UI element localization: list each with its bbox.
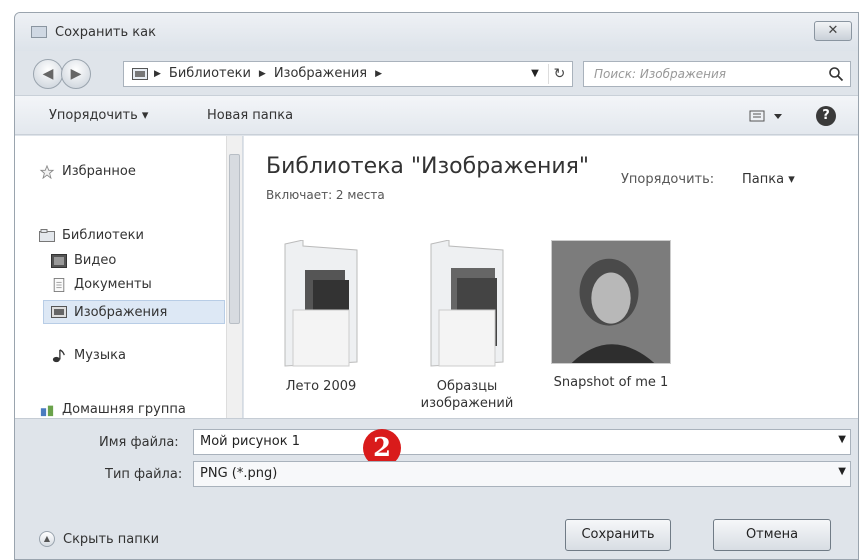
search-icon[interactable]: [828, 66, 844, 82]
nav-label-favorites: Избранное: [62, 164, 136, 179]
file-list: Библиотека "Изображения" Включает: 2 мес…: [244, 136, 858, 518]
organize-button[interactable]: Упорядочить ▾: [49, 108, 148, 123]
nav-item-homegroup[interactable]: Домашняя группа: [39, 402, 186, 417]
item-label: Snapshot of me 1: [553, 375, 669, 390]
address-dropdown-icon[interactable]: ▼: [526, 64, 544, 84]
window-title: Сохранить как: [55, 25, 156, 40]
view-options-icon[interactable]: [748, 106, 788, 126]
hide-folders-toggle[interactable]: ▲ Скрыть папки: [39, 531, 159, 547]
forward-button[interactable]: ▶: [61, 59, 91, 89]
nav-label-music: Музыка: [74, 348, 126, 363]
nav-label-documents: Документы: [74, 277, 152, 292]
hide-folders-label: Скрыть папки: [63, 531, 160, 547]
breadcrumb-separator-icon: ▶: [258, 68, 266, 79]
search-input[interactable]: Поиск: Изображения: [583, 61, 851, 87]
nav-label-homegroup: Домашняя группа: [62, 402, 186, 417]
nav-item-video[interactable]: Видео: [51, 253, 116, 268]
nav-label-images: Изображения: [74, 304, 168, 320]
new-folder-button[interactable]: Новая папка: [207, 108, 293, 123]
star-icon: [39, 164, 55, 179]
arrange-by-dropdown[interactable]: Папка ▾: [742, 172, 795, 187]
folder-icon: [284, 239, 358, 367]
images-icon: [51, 306, 67, 318]
nav-item-music[interactable]: Музыка: [51, 348, 126, 363]
filetype-value: PNG (*.png): [200, 466, 278, 481]
music-icon: [52, 348, 65, 362]
address-bar[interactable]: ▶ Библиотеки ▶ Изображения ▶ ▼ ↻: [123, 61, 573, 87]
scrollbar-thumb[interactable]: [229, 154, 240, 324]
item-label: Лето 2009: [285, 379, 357, 394]
back-arrow-icon: ◀: [42, 66, 54, 82]
nav-item-documents[interactable]: Документы: [51, 277, 152, 292]
library-subtitle[interactable]: Включает: 2 места: [266, 188, 385, 202]
save-form: Имя файла: Мой рисунок 1 ▼ 2 Тип файла: …: [15, 418, 858, 559]
folder-item[interactable]: Лето 2009: [256, 239, 386, 395]
nav-label-video: Видео: [74, 253, 117, 268]
folder-item[interactable]: Образцы изображений: [402, 239, 532, 412]
window-icon: [31, 26, 47, 38]
video-icon: [51, 253, 67, 268]
filename-label: Имя файла:: [99, 435, 179, 450]
close-icon: ✕: [827, 23, 839, 38]
arrange-by-label: Упорядочить:: [621, 172, 715, 187]
nav-item-favorites[interactable]: Избранное: [39, 164, 136, 179]
library-title: Библиотека "Изображения": [266, 154, 590, 179]
nav-item-images[interactable]: Изображения: [43, 300, 225, 324]
libraries-icon: [39, 228, 55, 242]
navigation-scrollbar[interactable]: [226, 136, 242, 418]
nav-item-libraries[interactable]: Библиотеки: [39, 228, 144, 243]
title-bar: Сохранить как ✕: [15, 13, 858, 51]
navigation-pane: Избранное Библиотеки Видео Документы Изо…: [15, 136, 243, 418]
filename-value: Мой рисунок 1: [200, 434, 301, 449]
breadcrumb-separator-icon: ▶: [154, 68, 161, 79]
library-icon: [132, 68, 148, 80]
close-button[interactable]: ✕: [814, 21, 852, 41]
cancel-button[interactable]: Отмена: [713, 519, 831, 551]
help-icon[interactable]: ?: [816, 106, 836, 126]
filetype-select[interactable]: PNG (*.png) ▼: [193, 461, 851, 487]
back-button[interactable]: ◀: [33, 59, 63, 89]
toolbar: Упорядочить ▾ Новая папка ?: [15, 95, 858, 135]
homegroup-icon: [40, 405, 54, 416]
chevron-up-icon: ▲: [39, 531, 55, 547]
filename-field[interactable]: Мой рисунок 1 ▼: [193, 429, 851, 455]
documents-icon: [53, 277, 65, 292]
refresh-icon[interactable]: ↻: [548, 64, 570, 84]
chevron-down-icon[interactable]: ▼: [838, 434, 846, 445]
item-label: Образцы изображений: [420, 379, 514, 411]
folder-icon: [430, 239, 504, 367]
address-row: ◀ ▶ ▶ Библиотеки ▶ Изображения ▶ ▼ ↻ Пои…: [15, 51, 858, 95]
search-placeholder: Поиск: Изображения: [594, 67, 726, 81]
chevron-down-icon[interactable]: ▼: [838, 466, 846, 477]
save-button[interactable]: Сохранить: [565, 519, 671, 551]
save-as-dialog: Сохранить как ✕ ◀ ▶ ▶ Библиотеки ▶ Изобр…: [14, 12, 859, 560]
breadcrumb-separator-icon: ▶: [375, 68, 383, 79]
breadcrumb-libraries[interactable]: Библиотеки: [169, 66, 251, 81]
breadcrumb-images[interactable]: Изображения: [274, 66, 367, 81]
image-item[interactable]: Snapshot of me 1: [546, 240, 676, 391]
photo-thumbnail-icon: [551, 240, 671, 364]
forward-arrow-icon: ▶: [70, 66, 82, 82]
filetype-label: Тип файла:: [105, 467, 183, 482]
nav-label-libraries: Библиотеки: [62, 228, 144, 243]
